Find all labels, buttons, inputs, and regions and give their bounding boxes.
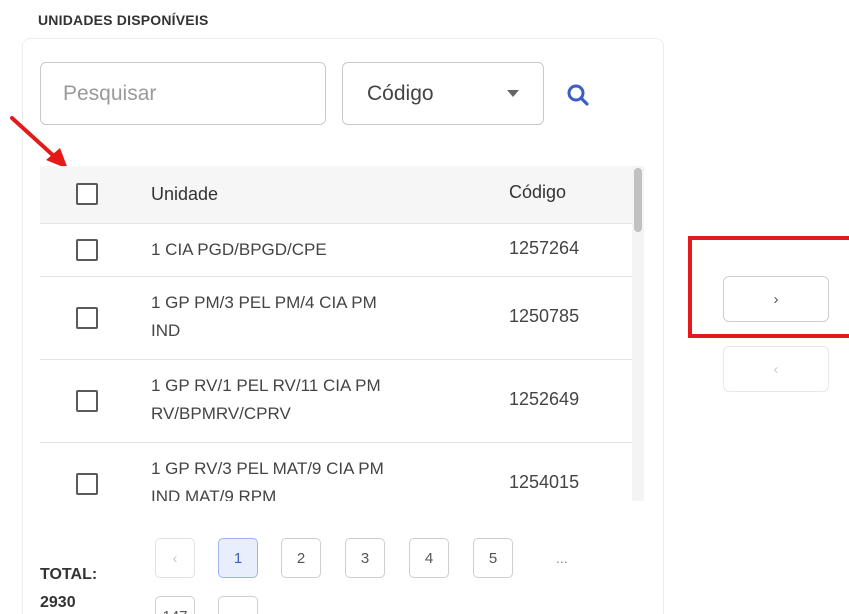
row-unit: 1 GP RV/3 PEL MAT/9 CIA PM IND MAT/9 RPM <box>151 455 471 501</box>
pagination-page-3[interactable]: 3 <box>345 538 385 578</box>
pagination-next-button[interactable]: › <box>218 596 258 614</box>
row-unit: 1 GP RV/1 PEL RV/11 CIA PM RV/BPMRV/CPRV <box>151 372 471 428</box>
row-code: 1250785 <box>509 306 580 326</box>
move-left-button[interactable]: ‹ <box>723 346 829 392</box>
row-checkbox[interactable] <box>76 390 98 412</box>
caret-down-icon <box>507 90 519 97</box>
row-unit-line2: IND MAT/9 RPM <box>151 487 277 501</box>
table-row[interactable]: 1 GP RV/1 PEL RV/11 CIA PM RV/BPMRV/CPRV… <box>40 360 644 443</box>
table-row[interactable]: 1 GP PM/3 PEL PM/4 CIA PM IND 1250785 <box>40 277 644 360</box>
search-icon[interactable] <box>565 82 591 108</box>
row-unit-line2: RV/BPMRV/CPRV <box>151 404 291 423</box>
row-code: 1254015 <box>509 472 580 492</box>
move-right-button[interactable]: › <box>723 276 829 322</box>
row-checkbox[interactable] <box>76 307 98 329</box>
row-unit-line1: 1 GP PM/3 PEL PM/4 CIA PM <box>151 293 377 312</box>
red-arrow-icon <box>10 116 68 169</box>
table-row[interactable]: 1 CIA PGD/BPGD/CPE 1257264 <box>40 224 644 277</box>
total-label: TOTAL: <box>40 566 98 583</box>
row-unit: 1 GP PM/3 PEL PM/4 CIA PM IND <box>151 289 471 345</box>
pagination-page-1[interactable]: 1 <box>218 538 258 578</box>
table-header: Unidade Código <box>40 166 644 224</box>
row-code: 1252649 <box>509 389 580 409</box>
pagination-page-5[interactable]: 5 <box>473 538 513 578</box>
total-value: 2930 <box>40 594 76 611</box>
pagination-page-4[interactable]: 4 <box>409 538 449 578</box>
filter-select[interactable]: Código <box>342 62 544 125</box>
pagination-last-page[interactable]: 147 <box>155 596 195 614</box>
pagination-ellipsis: ... <box>556 550 568 566</box>
row-unit-line1: 1 GP RV/1 PEL RV/11 CIA PM <box>151 376 381 395</box>
units-table: Unidade Código 1 CIA PGD/BPGD/CPE 125726… <box>40 166 644 501</box>
select-all-checkbox[interactable] <box>76 183 98 205</box>
row-unit-line2: IND <box>151 321 181 340</box>
scrollbar-thumb[interactable] <box>634 168 642 232</box>
row-unit-line1: 1 GP RV/3 PEL MAT/9 CIA PM <box>151 459 384 478</box>
row-unit-line1: 1 CIA PGD/BPGD/CPE <box>151 240 327 259</box>
table-row[interactable]: 1 GP RV/3 PEL MAT/9 CIA PM IND MAT/9 RPM… <box>40 443 644 501</box>
row-unit: 1 CIA PGD/BPGD/CPE <box>151 236 471 264</box>
filter-select-value: Código <box>367 81 434 105</box>
table-scrollbar[interactable] <box>632 166 644 501</box>
pagination-prev-button[interactable]: ‹ <box>155 538 195 578</box>
section-title: UNIDADES DISPONÍVEIS <box>38 12 209 28</box>
row-checkbox[interactable] <box>76 239 98 261</box>
header-unit: Unidade <box>151 184 219 204</box>
pagination-page-2[interactable]: 2 <box>281 538 321 578</box>
row-checkbox[interactable] <box>76 473 98 495</box>
row-code: 1257264 <box>509 238 580 258</box>
search-input[interactable] <box>40 62 326 125</box>
header-code: Código <box>509 182 567 202</box>
